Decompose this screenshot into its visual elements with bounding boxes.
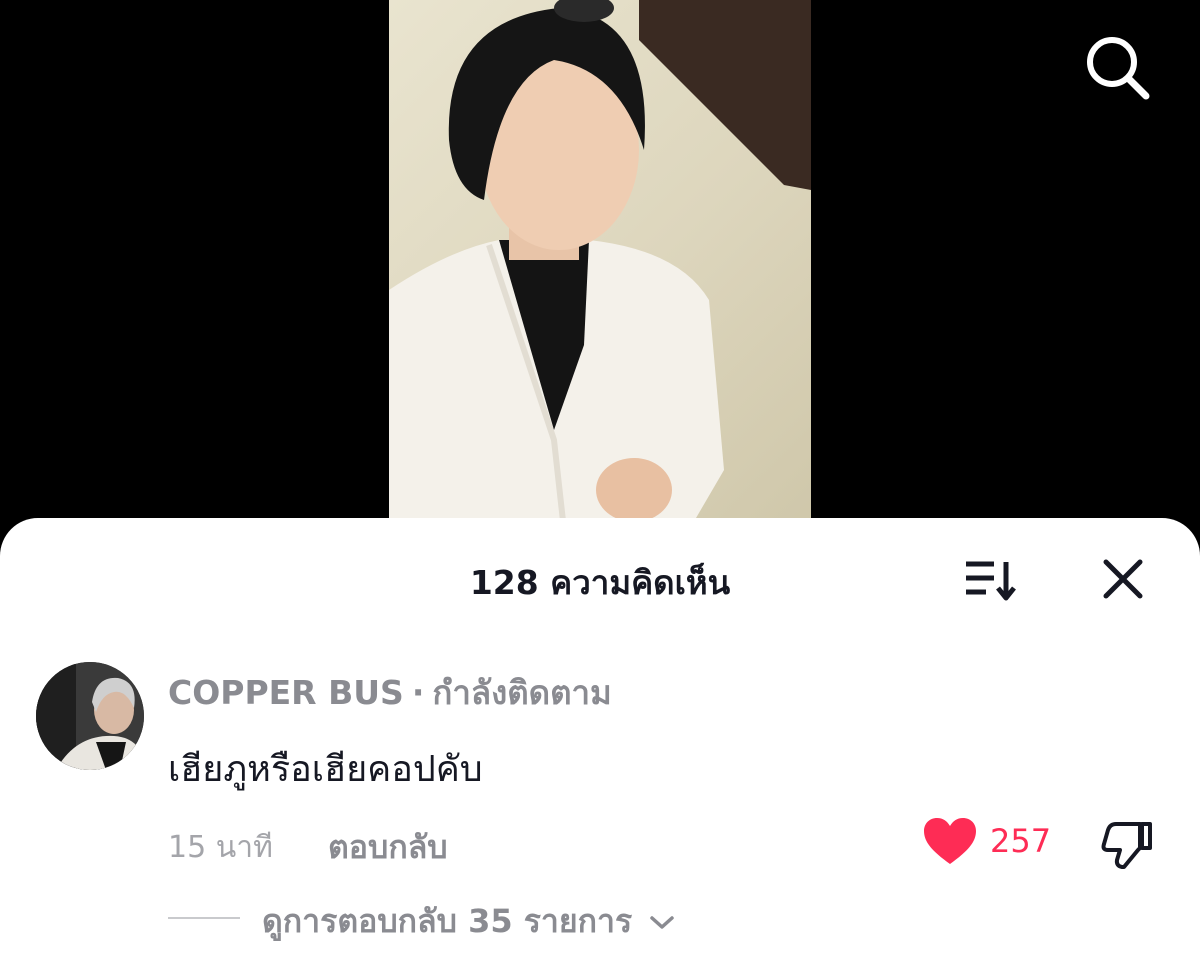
comments-sheet: 128 ความคิดเห็น COPPER BUS · กำลังติดตาม เ… (0, 518, 1200, 956)
comment-author-line: COPPER BUS · กำลังติดตาม (168, 666, 612, 719)
heart-icon (924, 818, 976, 864)
sort-button[interactable] (962, 558, 1020, 604)
replies-divider (168, 917, 240, 919)
comments-title: 128 ความคิดเห็น (469, 563, 731, 602)
chevron-down-icon (650, 916, 675, 929)
comment-text: เฮียภูหรือเฮียคอปคับ (168, 749, 483, 790)
video-player[interactable] (0, 0, 1200, 530)
comment-time: 15 นาที (168, 830, 273, 865)
avatar-image (36, 662, 144, 770)
video-frame[interactable] (389, 0, 811, 530)
close-button[interactable] (1100, 556, 1146, 602)
sort-icon (966, 561, 1016, 601)
separator-dot: · (411, 673, 425, 712)
search-icon (1087, 37, 1150, 100)
search-button[interactable] (1080, 30, 1154, 104)
dislike-button[interactable] (1100, 816, 1156, 872)
like-button[interactable] (922, 816, 978, 868)
follow-status: กำลังติดตาม (432, 673, 612, 712)
comment-author[interactable]: COPPER BUS (168, 673, 404, 712)
thumbs-down-icon (1101, 822, 1152, 869)
like-count: 257 (990, 822, 1052, 860)
close-icon (1103, 559, 1143, 599)
avatar[interactable] (36, 662, 144, 770)
video-still (389, 0, 811, 530)
reply-button[interactable]: ตอบกลับ (328, 822, 448, 873)
view-replies-label: ดูการตอบกลับ 35 รายการ (262, 902, 633, 940)
view-replies-button[interactable]: ดูการตอบกลับ 35 รายการ (262, 896, 675, 947)
